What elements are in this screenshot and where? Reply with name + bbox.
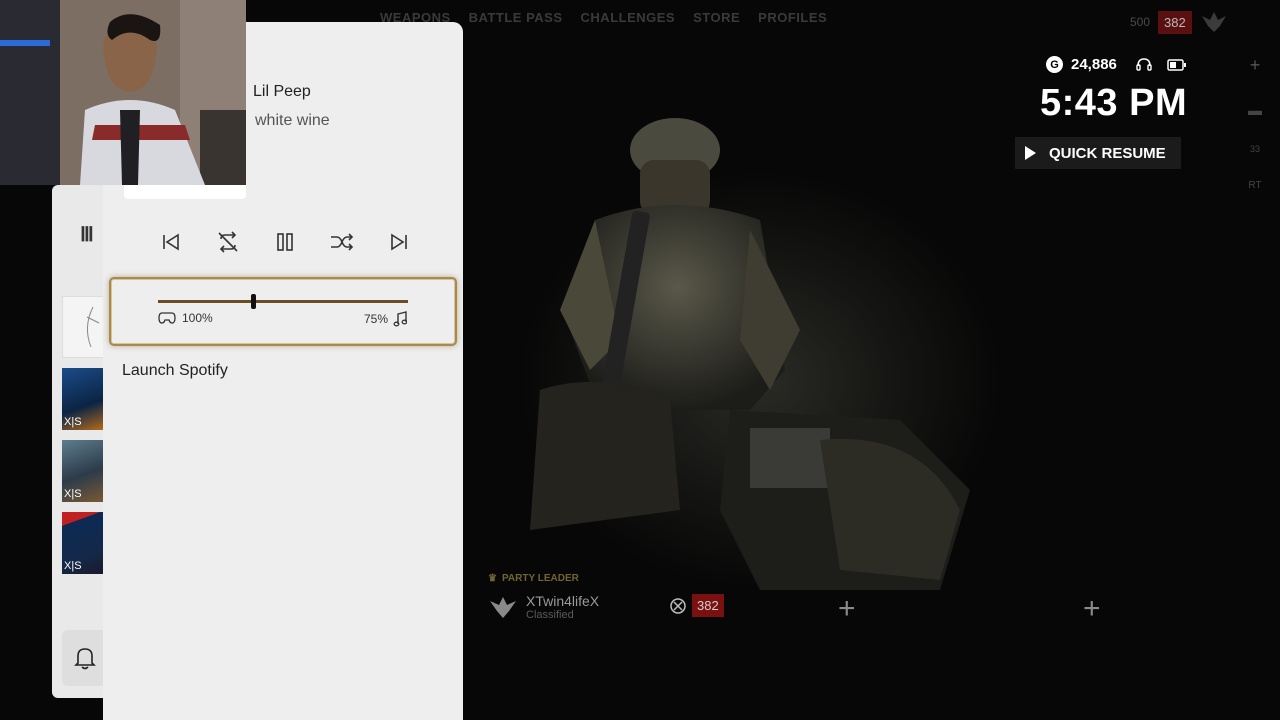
shuffle-icon <box>331 233 354 251</box>
controller-icon <box>158 312 176 324</box>
game-nav-item[interactable]: CHALLENGES <box>581 10 676 25</box>
add-party-member-button[interactable]: + <box>838 592 856 626</box>
play-icon <box>1025 146 1036 160</box>
pause-button[interactable] <box>264 226 306 258</box>
party-leader-label: ♛ PARTY LEADER <box>488 573 579 584</box>
party-level: 382 <box>670 594 724 617</box>
mixer-thumb[interactable] <box>251 294 256 309</box>
game-tile[interactable]: X|S <box>62 368 104 430</box>
game-tile[interactable]: X|S <box>62 440 104 502</box>
battery-icon <box>1167 58 1186 71</box>
chat-volume-value: 100% <box>182 311 213 325</box>
game-tile[interactable] <box>62 296 104 358</box>
artist-name: Lil Peep <box>253 83 311 100</box>
skip-next-icon <box>391 233 407 251</box>
tile-platform-label: X|S <box>64 560 82 572</box>
emblem-icon <box>1201 12 1226 32</box>
game-nav-item[interactable]: BATTLE PASS <box>469 10 563 25</box>
game-nav-item[interactable]: PROFILES <box>758 10 827 25</box>
game-top-right: 500 382 <box>1130 8 1228 36</box>
gamerscore: G 24,886 <box>1046 56 1187 73</box>
clock: 5:43 PM <box>1040 82 1188 124</box>
tile-art <box>86 306 100 348</box>
launch-spotify-button[interactable]: Launch Spotify <box>122 362 228 380</box>
music-volume-value: 75% <box>363 312 388 326</box>
playback-controls <box>150 226 420 258</box>
crown-icon: ♛ <box>488 573 497 584</box>
mixer-track <box>158 294 408 309</box>
party-member[interactable]: XTwin4lifeX Classified <box>488 592 599 622</box>
webcam-feed <box>0 0 246 185</box>
cod-points: 500 <box>1130 15 1151 29</box>
next-button[interactable] <box>378 226 420 258</box>
minus-icon: ▬ <box>1248 102 1262 118</box>
repeat-button[interactable] <box>207 226 249 258</box>
plus-icon[interactable]: + <box>1250 55 1261 76</box>
add-party-member-button[interactable]: + <box>1083 592 1101 626</box>
quick-resume-button[interactable]: QUICK RESUME <box>1015 137 1181 169</box>
gamerscore-icon: G <box>1046 56 1063 73</box>
player-level-badge: 382 <box>1158 10 1192 34</box>
library-icon[interactable]: Ⅲ <box>80 222 94 247</box>
member-level: 382 <box>692 594 724 617</box>
repeat-off-icon <box>218 231 238 253</box>
quick-resume-label: QUICK RESUME <box>1049 144 1166 162</box>
member-status: Classified <box>526 609 574 621</box>
previous-button[interactable] <box>150 226 192 258</box>
music-note-icon <box>393 311 407 327</box>
webcam-overlay <box>0 0 246 185</box>
track-title: white wine <box>255 112 330 129</box>
right-edge-icons: + ▬ 33 RT <box>1248 55 1262 191</box>
tile-platform-label: X|S <box>64 416 82 428</box>
emblem-icon <box>490 597 516 618</box>
member-name: XTwin4lifeX <box>526 593 600 609</box>
music-volume: 75% <box>364 311 407 327</box>
game-nav-item[interactable]: STORE <box>693 10 740 25</box>
game-tile[interactable]: X|S <box>62 512 104 574</box>
shuffle-button[interactable] <box>321 226 363 258</box>
screen: WEAPONS BATTLE PASS CHALLENGES STORE PRO… <box>0 0 1280 720</box>
rt-label: RT <box>1248 180 1262 191</box>
pause-icon <box>277 233 293 251</box>
soldier-artwork <box>530 118 970 590</box>
notifications-button[interactable] <box>62 630 107 686</box>
skip-previous-icon <box>163 233 179 251</box>
bell-icon <box>73 648 96 670</box>
headset-icon <box>1136 57 1152 71</box>
xbox-icon <box>670 597 686 614</box>
party-leader-text: PARTY LEADER <box>501 573 579 584</box>
tile-platform-label: X|S <box>64 488 82 500</box>
chat-mixer-slider[interactable]: 100% 75% <box>109 277 457 346</box>
chat-volume: 100% <box>158 311 213 325</box>
side-count: 33 <box>1249 144 1260 154</box>
gamerscore-value: 24,886 <box>1071 56 1117 73</box>
